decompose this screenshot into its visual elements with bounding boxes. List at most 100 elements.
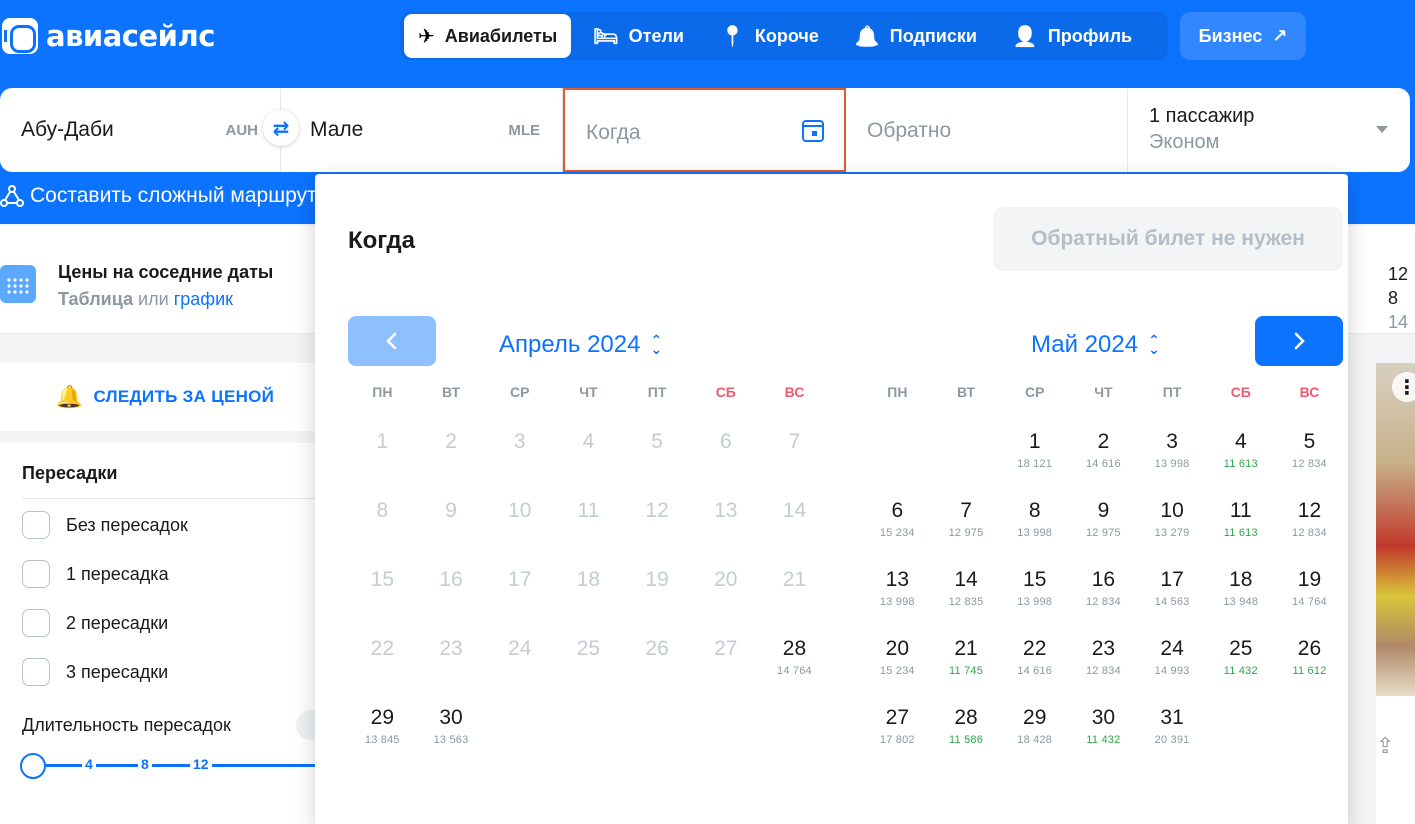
calendar-day[interactable]: 1212 834 [1275, 479, 1344, 548]
depart-date-field[interactable]: Когда [563, 88, 846, 172]
table-link[interactable]: Таблица [58, 289, 133, 309]
calendar-day[interactable]: 411 613 [1206, 410, 1275, 479]
stops-option[interactable]: 1 пересадка [22, 560, 169, 588]
bell-icon: 🔔 [855, 24, 880, 49]
month-label: Май 2024 [1031, 331, 1138, 359]
chart-link[interactable]: график [174, 289, 233, 309]
nav-tab-0[interactable]: ✈Авиабилеты [404, 14, 571, 58]
calendar-day[interactable]: 813 998 [1000, 479, 1069, 548]
day-price: 14 993 [1138, 665, 1207, 677]
calendar-day: 16 [417, 548, 486, 617]
destination-field[interactable]: Мале MLE [281, 88, 563, 172]
stops-option[interactable]: Без пересадок [22, 511, 188, 539]
calendar-day[interactable]: 214 616 [1069, 410, 1138, 479]
weekday-label: ЧТ [1069, 384, 1138, 400]
one-way-button[interactable]: Обратный билет не нужен [993, 207, 1343, 271]
calendar-day[interactable]: 1513 998 [1000, 548, 1069, 617]
logo[interactable]: авиасейлс [2, 18, 215, 54]
day-number: 1 [1000, 430, 1069, 454]
calendar-day[interactable]: 2717 802 [863, 686, 932, 755]
calendar-day[interactable]: 615 234 [863, 479, 932, 548]
nav-tab-3[interactable]: 🔔Подписки [841, 14, 991, 58]
calendar-day[interactable]: 313 998 [1138, 410, 1207, 479]
calendar-day[interactable]: 3011 432 [1069, 686, 1138, 755]
day-number: 26 [1275, 637, 1344, 661]
logo-icon [2, 18, 38, 54]
day-price: 11 432 [1206, 665, 1275, 677]
calendar-day: 27 [691, 617, 760, 686]
complex-route-label: Составить сложный маршрут [30, 184, 317, 208]
checkbox[interactable] [22, 609, 50, 637]
month-grid-april: ПНВТСРЧТПТСБВС12345678910111213141516171… [348, 374, 828, 755]
complex-route-link[interactable]: Составить сложный маршрут [0, 184, 317, 208]
calendar-day[interactable]: 3120 391 [1138, 686, 1207, 755]
calendar-day[interactable]: 1813 948 [1206, 548, 1275, 617]
month-select-april[interactable]: Апрель 2024 ⌃⌄ [499, 331, 662, 359]
return-date-field[interactable]: Обратно [846, 88, 1128, 172]
empty-cell [863, 410, 932, 479]
calendar-day[interactable]: 912 975 [1069, 479, 1138, 548]
calendar-day[interactable]: 2814 764 [760, 617, 829, 686]
calendar-day[interactable]: 2111 745 [932, 617, 1001, 686]
calendar-day: 4 [554, 410, 623, 479]
prev-month-button[interactable] [348, 316, 436, 366]
slider-tick: 12 [190, 756, 212, 772]
stops-option[interactable]: 3 пересадки [22, 658, 168, 686]
slider-handle[interactable] [20, 753, 46, 779]
day-number: 13 [863, 568, 932, 592]
day-price: 13 998 [1000, 527, 1069, 539]
nav-tab-2[interactable]: 📍Короче [706, 14, 833, 58]
calendar-day[interactable]: 2511 432 [1206, 617, 1275, 686]
calendar-day[interactable]: 2214 616 [1000, 617, 1069, 686]
external-arrow-icon: ↗ [1272, 26, 1287, 47]
calendar-day[interactable]: 1914 764 [1275, 548, 1344, 617]
next-month-button[interactable] [1255, 316, 1343, 366]
checkbox[interactable] [22, 560, 50, 588]
day-number: 27 [863, 706, 932, 730]
weekday-header: ПНВТСРЧТПТСБВС [863, 374, 1343, 410]
slider-tick: 4 [82, 756, 96, 772]
calendar-day[interactable]: 2414 993 [1138, 617, 1207, 686]
calendar-day[interactable]: 1612 834 [1069, 548, 1138, 617]
calendar-day[interactable]: 1111 613 [1206, 479, 1275, 548]
calendar-day[interactable]: 2312 834 [1069, 617, 1138, 686]
day-number: 22 [348, 637, 417, 661]
origin-field[interactable]: Абу-Даби AUH [0, 88, 281, 172]
calendar-day[interactable]: 512 834 [1275, 410, 1344, 479]
track-price-button[interactable]: 🔔 СЛЕДИТЬ ЗА ЦЕНОЙ [0, 363, 330, 431]
nav-tab-1[interactable]: 🛏Отели [579, 14, 698, 58]
stops-option[interactable]: 2 пересадки [22, 609, 168, 637]
day-number: 28 [932, 706, 1001, 730]
share-icon[interactable]: ⇪ [1376, 733, 1394, 759]
calendar-day[interactable]: 2611 612 [1275, 617, 1344, 686]
destination-value: Мале [310, 118, 363, 142]
nav-tab-4[interactable]: 👤Профиль [999, 14, 1146, 58]
stops-option-label: 2 пересадки [66, 613, 168, 634]
passengers-field[interactable]: 1 пассажир Эконом [1128, 88, 1410, 172]
layover-duration-slider[interactable]: 4 8 12 [20, 753, 320, 777]
calendar-day[interactable]: 2015 234 [863, 617, 932, 686]
day-number: 3 [485, 430, 554, 454]
calendar-day[interactable]: 712 975 [932, 479, 1001, 548]
day-number: 2 [417, 430, 486, 454]
business-button[interactable]: Бизнес ↗ [1180, 12, 1306, 60]
days-grid: 1 18 121214 616313 998411 613512 834 615 2… [863, 410, 1343, 755]
weekday-label: СР [485, 384, 554, 400]
checkbox[interactable] [22, 658, 50, 686]
calendar-day[interactable]: 1 18 121 [1000, 410, 1069, 479]
calendar-day[interactable]: 1714 563 [1138, 548, 1207, 617]
day-price: 18 121 [1000, 458, 1069, 470]
day-price: 15 234 [863, 527, 932, 539]
calendar-day[interactable]: 2913 845 [348, 686, 417, 755]
calendar-day[interactable]: 2811 586 [932, 686, 1001, 755]
calendar-day[interactable]: 1013 279 [1138, 479, 1207, 548]
more-options-icon[interactable]: ⋮ [1392, 372, 1415, 402]
month-select-may[interactable]: Май 2024 ⌃⌄ [1031, 331, 1160, 359]
calendar-day: 17 [485, 548, 554, 617]
calendar-day[interactable]: 1313 998 [863, 548, 932, 617]
checkbox[interactable] [22, 511, 50, 539]
calendar-day[interactable]: 1412 835 [932, 548, 1001, 617]
swap-button[interactable]: ⇄ [263, 110, 299, 146]
calendar-day[interactable]: 2918 428 [1000, 686, 1069, 755]
calendar-day[interactable]: 3013 563 [417, 686, 486, 755]
